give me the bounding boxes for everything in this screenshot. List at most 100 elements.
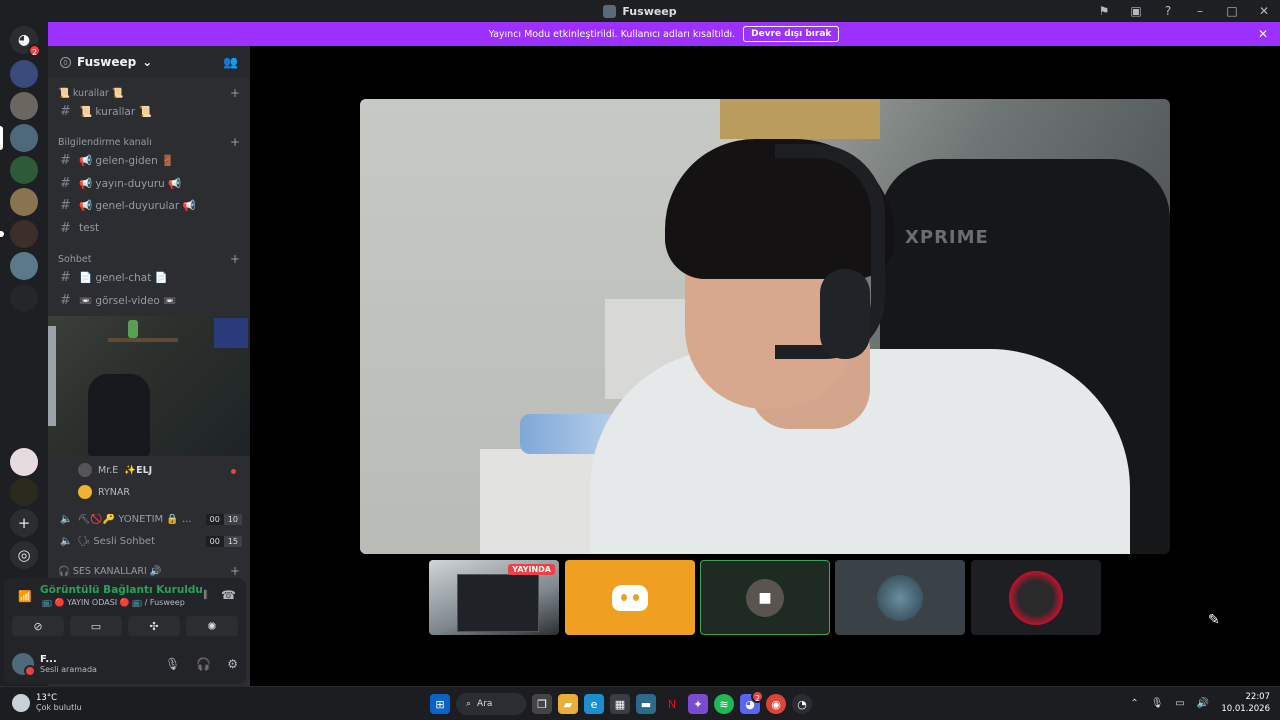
flag-icon[interactable]: ⚑ <box>1088 4 1120 18</box>
hash-icon: # <box>60 175 71 191</box>
add-channel-icon[interactable]: + <box>230 252 240 266</box>
participant-tile-stream[interactable]: YAYINDA <box>429 560 559 635</box>
display-icon[interactable]: ▭ <box>1175 698 1184 709</box>
channel-gelen-giden[interactable]: # 📢 gelen-giden 🚪 <box>56 149 242 171</box>
search-icon: ⌕ <box>466 699 472 709</box>
invite-people-icon[interactable]: 👥 <box>223 55 238 69</box>
user-status: Sesli aramada <box>40 665 97 674</box>
voice-channel-yonetim[interactable]: 🔈 ⛏🚫🔑 YÖNETİM 🔒 ... 00 10 <box>56 509 242 529</box>
channel-gorsel-video[interactable]: # 📼 görsel-video 📼 <box>56 289 242 311</box>
focused-video-tile[interactable]: XPRIME <box>360 99 1170 554</box>
voice-member[interactable]: Mr.E ✨ELJ <box>78 460 152 480</box>
copilot-icon[interactable]: ✦ <box>688 694 708 714</box>
server-icon-6[interactable] <box>10 220 38 248</box>
file-explorer-icon[interactable]: ▰ <box>558 694 578 714</box>
server-icon-4[interactable] <box>10 156 38 184</box>
microphone-icon[interactable]: 🎙 <box>1151 698 1164 709</box>
live-badge: YAYINDA <box>508 564 555 575</box>
user-panel: F... Sesli aramada 🎙 🎧 ⚙ <box>12 650 238 678</box>
pen-icon: ✎ <box>1208 612 1220 628</box>
camera-preview[interactable] <box>48 316 250 456</box>
unread-indicator <box>0 231 4 237</box>
headphones-icon[interactable]: 🎧 <box>196 657 211 671</box>
channel-genel-duyurular[interactable]: # 📢 genel-duyurular 📢 <box>56 194 242 216</box>
server-icon-5[interactable] <box>10 188 38 216</box>
hash-icon: # <box>60 220 71 236</box>
voice-member[interactable]: RYNAR <box>78 482 130 502</box>
participant-tile-5[interactable] <box>971 560 1101 635</box>
window-controls: ⚑ ▣ ? – □ ✕ <box>1088 0 1280 22</box>
live-indicator <box>231 469 236 474</box>
channel-test[interactable]: # test <box>56 217 242 239</box>
help-icon[interactable]: ? <box>1152 4 1184 18</box>
hash-icon: # <box>60 152 71 168</box>
server-icon-2[interactable] <box>10 92 38 120</box>
server-icon-1[interactable] <box>10 60 38 88</box>
gear-icon[interactable]: ⚙ <box>227 657 238 671</box>
participant-tile-discord[interactable] <box>565 560 695 635</box>
participant-tile-camera[interactable]: ■ <box>700 560 830 635</box>
task-view-icon[interactable]: ❐ <box>532 694 552 714</box>
category-bilgilendirme[interactable]: Bilgilendirme kanalı + <box>58 135 240 149</box>
clock[interactable]: 22:07 10.01.2026 <box>1221 691 1270 715</box>
minimize-icon[interactable]: – <box>1184 4 1216 18</box>
add-channel-icon[interactable]: + <box>230 86 240 100</box>
search-button[interactable]: ⌕ Ara <box>456 693 526 715</box>
add-server-button[interactable]: + <box>10 509 38 537</box>
server-header[interactable]: 0 Fusweep ⌄ 👥 <box>48 46 250 78</box>
discord-icon[interactable]: ◕ 2 <box>740 690 764 714</box>
chrome-icon[interactable]: ◉ <box>766 694 786 714</box>
edge-icon[interactable]: e <box>584 694 604 714</box>
obs-icon[interactable]: ◔ <box>792 694 812 714</box>
speaker-icon: 🔈 <box>60 535 73 547</box>
discord-logo-icon: ◕ <box>17 32 31 48</box>
hash-icon: # <box>60 269 71 285</box>
selected-server-indicator <box>0 126 3 150</box>
close-icon[interactable]: ✕ <box>1258 27 1268 41</box>
avatar <box>78 463 92 477</box>
server-icon-9[interactable] <box>10 448 38 476</box>
speaker-icon: 🔈 <box>60 513 73 525</box>
netflix-icon[interactable]: N <box>662 694 682 714</box>
server-icon-10[interactable] <box>10 478 38 506</box>
participant-strip: YAYINDA ■ <box>0 560 1280 635</box>
server-icon-7[interactable] <box>10 252 38 280</box>
channel-kurallar[interactable]: # 📜 kurallar 📜 <box>56 100 242 122</box>
server-icon-8[interactable] <box>10 284 38 312</box>
maximize-icon[interactable]: □ <box>1216 4 1248 18</box>
home-button[interactable]: ◕ 2 <box>10 26 41 57</box>
disable-streamer-mode-button[interactable]: Devre dışı bırak <box>743 26 840 42</box>
avatar[interactable] <box>12 653 36 677</box>
avatar <box>877 574 923 621</box>
title-bar: Fusweep ⚑ ▣ ? – □ ✕ <box>0 0 1280 22</box>
category-sohbet[interactable]: Sohbet + <box>58 252 240 266</box>
hash-icon: # <box>60 292 71 308</box>
channel-genel-chat[interactable]: # 📄 genel-chat 📄 <box>56 266 242 288</box>
spotify-icon[interactable]: ≋ <box>714 694 734 714</box>
video-camera-icon: ■ <box>746 578 784 617</box>
weather-widget[interactable]: 13°C Çok bulutlu <box>12 693 82 712</box>
cloud-icon <box>12 693 30 712</box>
user-name[interactable]: F... <box>40 654 97 665</box>
add-channel-icon[interactable]: + <box>230 135 240 149</box>
inbox-icon[interactable]: ▣ <box>1120 4 1152 18</box>
category-kurallar[interactable]: 📜 kurallar 📜 + <box>58 86 240 100</box>
start-icon[interactable]: ⊞ <box>430 694 450 714</box>
participant-tile-4[interactable] <box>835 560 965 635</box>
chevron-up-icon[interactable]: ⌃ <box>1130 698 1138 709</box>
server-icon-fusweep[interactable] <box>10 124 38 152</box>
close-icon[interactable]: ✕ <box>1248 4 1280 18</box>
notification-badge: 2 <box>28 44 41 57</box>
system-tray: ⌃ 🎙 ▭ 🔊 22:07 10.01.2026 <box>1130 691 1270 715</box>
server-logo-icon <box>603 4 617 18</box>
taskbar: 13°C Çok bulutlu ⊞ ⌕ Ara ❐ ▰ e ▦ ▬ N ✦ ≋… <box>0 686 1280 720</box>
boost-icon: 0 <box>60 56 71 68</box>
store-icon[interactable]: ▦ <box>610 694 630 714</box>
hash-icon: # <box>60 103 71 119</box>
channel-yayin-duyuru[interactable]: # 📢 yayın-duyuru 📢 <box>56 172 242 194</box>
volume-icon[interactable]: 🔊 <box>1197 698 1209 709</box>
voice-channel-sesli-sohbet[interactable]: 🔈 🗣 Sesli Sohbet 00 15 <box>56 531 242 551</box>
discord-logo-icon <box>612 584 648 611</box>
microphone-icon[interactable]: 🎙 <box>165 657 180 671</box>
app-icon[interactable]: ▬ <box>636 694 656 714</box>
